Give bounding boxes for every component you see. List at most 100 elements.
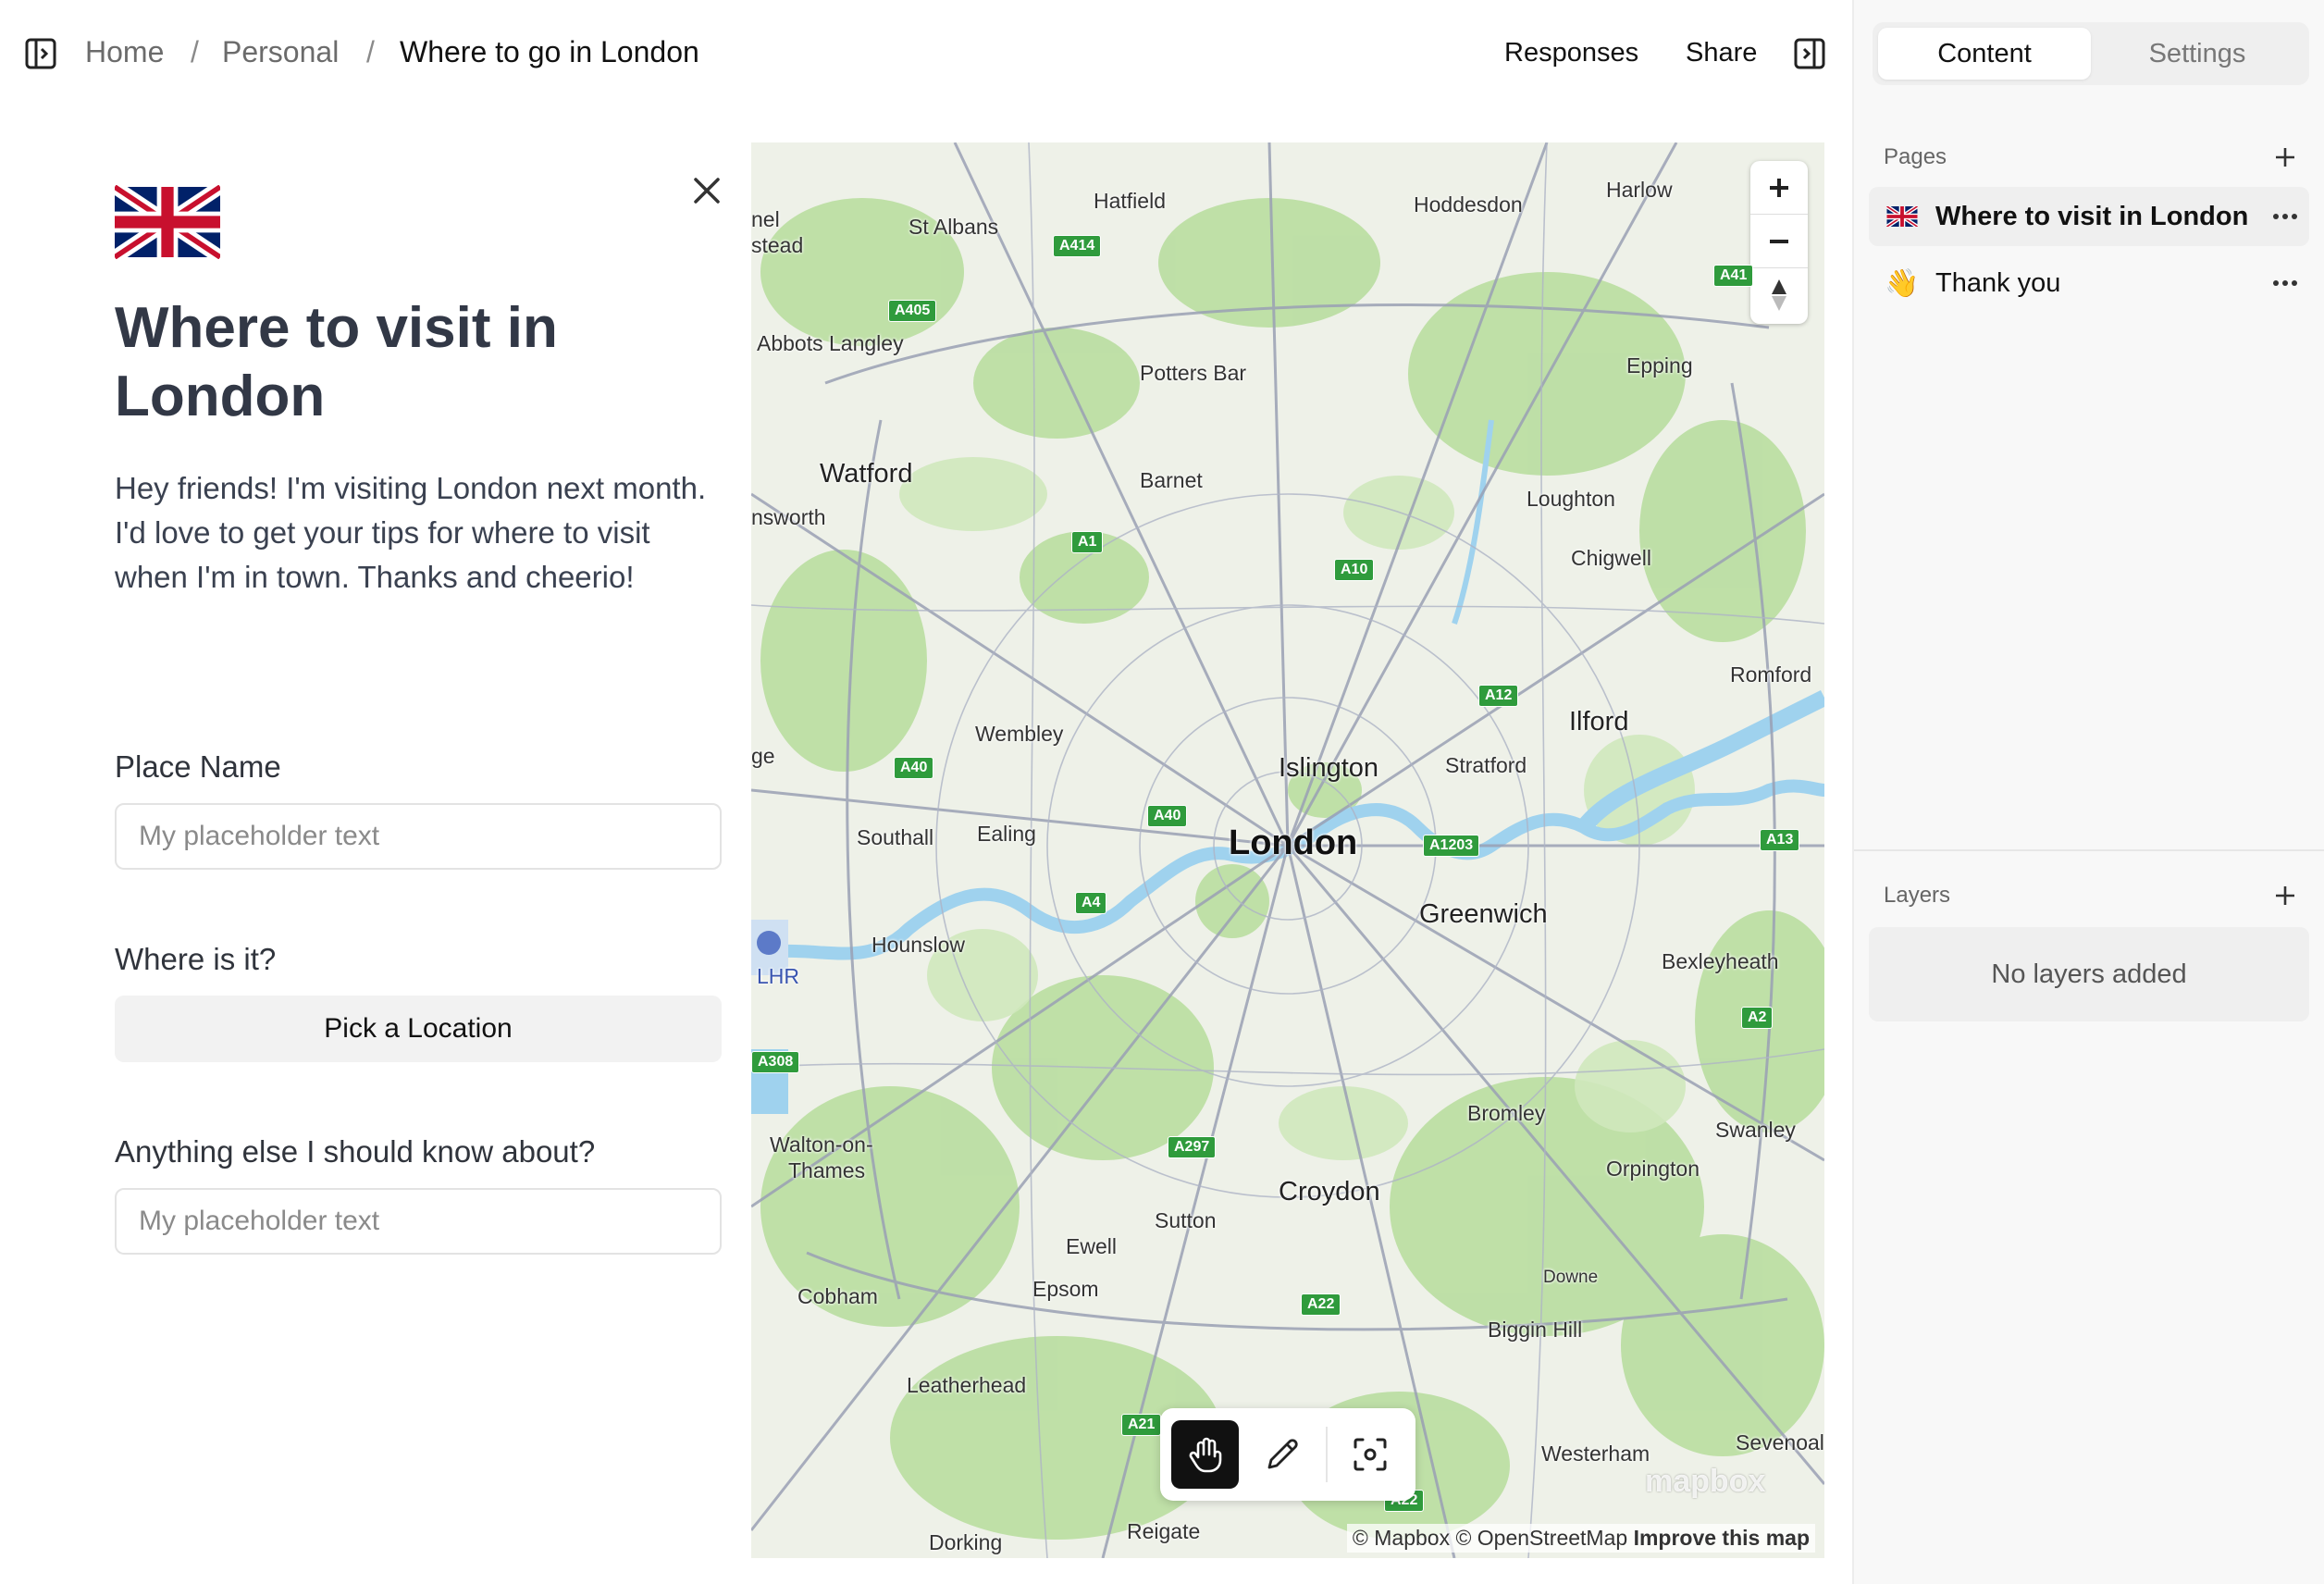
road-shield: A41	[1713, 265, 1754, 287]
place-label: Barnet	[1140, 468, 1203, 492]
place-label: Ewell	[1066, 1234, 1117, 1258]
place-label: Islington	[1279, 753, 1379, 783]
pick-location-button[interactable]: Pick a Location	[115, 996, 722, 1062]
place-label: ge	[751, 744, 775, 768]
where-is-it-label: Where is it?	[115, 942, 277, 976]
form-description: Hey friends! I'm visiting London next mo…	[115, 471, 707, 594]
place-label: Stratford	[1445, 753, 1527, 777]
place-label: Epping	[1626, 353, 1693, 377]
place-label: Loughton	[1527, 487, 1615, 511]
place-label: Westerham	[1541, 1442, 1650, 1466]
place-label: Bexleyheath	[1662, 949, 1779, 973]
place-name-label: Place Name	[115, 749, 281, 784]
place-label: stead	[751, 233, 804, 257]
place-label: Ealing	[977, 822, 1036, 846]
toolbar-divider	[1325, 1427, 1328, 1482]
place-label: Downe	[1543, 1268, 1599, 1287]
place-label: nel	[751, 207, 780, 231]
place-label: Romford	[1730, 662, 1812, 687]
place-label: Ilford	[1569, 707, 1629, 736]
place-label: LHR	[757, 964, 800, 988]
place-label: Potters Bar	[1140, 361, 1247, 385]
place-label: Harlow	[1606, 178, 1673, 202]
form-pane: Where to visit in London Hey friends! I'…	[0, 107, 751, 1584]
page-label: Where to visit in London	[1935, 201, 2249, 231]
place-label: Biggin Hill	[1488, 1318, 1583, 1342]
place-label: Bromley	[1467, 1101, 1546, 1125]
place-label: Croydon	[1279, 1177, 1380, 1207]
place-label: Leatherhead	[907, 1373, 1027, 1397]
breadcrumb-personal[interactable]: Personal	[222, 33, 339, 70]
form-title: Where to visit in London	[115, 296, 558, 428]
road-shield: A40	[894, 757, 934, 779]
place-label: Greenwich	[1419, 899, 1548, 929]
road-shield: A405	[888, 300, 937, 322]
page-item[interactable]: 👋 Thank you	[1869, 254, 2309, 313]
road-shield: A414	[1053, 235, 1102, 257]
place-label: Watford	[820, 459, 913, 489]
plus-icon[interactable]	[1750, 161, 1808, 215]
section-divider	[1854, 849, 2324, 851]
road-shield: A308	[751, 1051, 800, 1073]
layers-empty-state: No layers added	[1869, 927, 2309, 1021]
breadcrumb-home[interactable]: Home	[85, 33, 164, 70]
focus-icon[interactable]	[1337, 1420, 1404, 1489]
page-label: Thank you	[1935, 267, 2061, 298]
compass-icon[interactable]	[1750, 268, 1808, 322]
breadcrumb-separator: /	[191, 35, 199, 68]
place-label: Southall	[857, 825, 934, 849]
place-label: St Albans	[909, 215, 999, 239]
minus-icon[interactable]	[1750, 215, 1808, 268]
add-page-icon[interactable]	[2268, 141, 2302, 174]
responses-button[interactable]: Responses	[1504, 35, 1638, 70]
map-toolbar	[1160, 1408, 1415, 1501]
road-shield: A40	[1147, 805, 1188, 827]
uk-flag-icon	[1885, 204, 1919, 229]
anything-else-input[interactable]	[115, 1188, 722, 1255]
place-label: Reigate	[1127, 1519, 1201, 1543]
place-label: Wembley	[975, 722, 1064, 746]
road-shield: A297	[1168, 1136, 1217, 1158]
page-item[interactable]: Where to visit in London	[1869, 187, 2309, 246]
attribution-text[interactable]: © Mapbox © OpenStreetMap	[1353, 1526, 1627, 1550]
more-options-icon[interactable]	[2268, 207, 2302, 226]
place-label: Chigwell	[1571, 546, 1651, 570]
close-icon[interactable]	[685, 168, 729, 213]
mapbox-logo[interactable]: mapbox	[1645, 1464, 1765, 1500]
tab-settings[interactable]: Settings	[2091, 28, 2304, 80]
toggle-right-panel-icon[interactable]	[1791, 35, 1828, 72]
place-label: Abbots Langley	[757, 331, 904, 355]
place-label: Cobham	[797, 1284, 878, 1308]
breadcrumb-current-page: Where to go in London	[400, 35, 699, 68]
road-shield: A4	[1075, 892, 1107, 914]
toggle-left-sidebar-icon[interactable]	[20, 35, 61, 72]
road-shield: A21	[1121, 1414, 1162, 1436]
pages-section-title: Pages	[1884, 144, 1947, 169]
hand-icon[interactable]	[1171, 1420, 1240, 1489]
layers-section-title: Layers	[1884, 883, 1951, 908]
road-shield: A10	[1334, 559, 1375, 581]
map-canvas[interactable]: London Islington Stratford Greenwich Ilf…	[751, 142, 1824, 1558]
anything-else-label: Anything else I should know about?	[115, 1134, 596, 1169]
breadcrumb-separator: /	[366, 35, 375, 68]
panel-tabs: Content Settings	[1873, 22, 2309, 85]
place-label: Dorking	[929, 1530, 1003, 1554]
road-shield: A12	[1478, 685, 1519, 707]
place-label: Orpington	[1606, 1157, 1700, 1181]
place-name-input[interactable]	[115, 803, 722, 870]
road-shield: A1	[1071, 531, 1104, 553]
place-label: Hounslow	[872, 933, 965, 957]
waving-hand-icon: 👋	[1885, 267, 1920, 299]
pencil-icon[interactable]	[1248, 1420, 1316, 1489]
place-label: Hatfield	[1094, 189, 1166, 213]
share-button[interactable]: Share	[1686, 35, 1757, 70]
more-options-icon[interactable]	[2268, 274, 2302, 292]
road-shield: A1203	[1423, 835, 1480, 857]
place-label: Epsom	[1032, 1277, 1099, 1301]
place-label: Thames	[788, 1158, 866, 1182]
add-layer-icon[interactable]	[2268, 879, 2302, 912]
tab-content[interactable]: Content	[1878, 28, 2091, 80]
road-shield: A22	[1301, 1293, 1341, 1316]
right-panel: Content Settings Pages Where to visit in…	[1854, 0, 2324, 1584]
improve-map-link[interactable]: Improve this map	[1634, 1526, 1810, 1550]
